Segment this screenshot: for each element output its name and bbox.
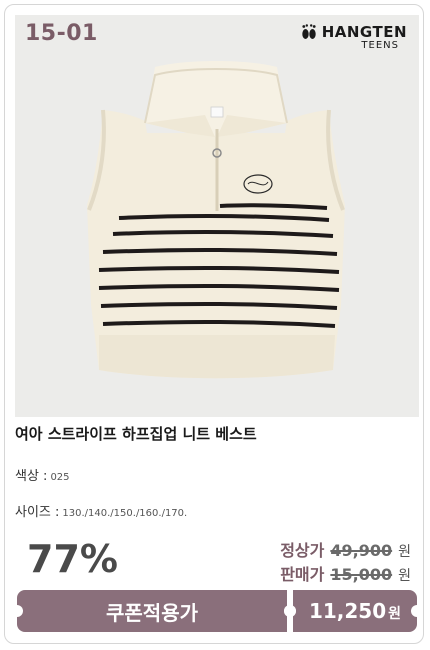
product-photo[interactable]: 15-01 HANGTEN TEENS xyxy=(15,15,419,417)
regular-price-row: 정상가 49,900 원 xyxy=(280,537,411,561)
ticket-notch-middle-right xyxy=(284,605,296,617)
knit-vest-image xyxy=(87,61,345,379)
coupon-price-label[interactable]: 쿠폰적용가 xyxy=(17,590,287,632)
regular-price-label: 정상가 xyxy=(280,541,325,560)
coupon-final-price[interactable]: 11,250 원 xyxy=(293,590,417,632)
color-option: 색상 :025 xyxy=(15,465,70,484)
ticket-notch-right xyxy=(411,605,423,617)
sale-price-row: 판매가 15,000 원 xyxy=(280,561,411,585)
product-card[interactable]: 15-01 HANGTEN TEENS 여아 스트라이프 하프집업 니트 베스트… xyxy=(4,4,424,644)
size-value: 130./140./150./160./170. xyxy=(62,508,188,519)
regular-price-value: 49,900 xyxy=(330,541,393,560)
regular-price-currency: 원 xyxy=(398,544,411,560)
color-value: 025 xyxy=(50,472,70,483)
sale-price-currency: 원 xyxy=(398,568,411,584)
coupon-price-bar[interactable]: 쿠폰적용가 11,250 원 xyxy=(11,590,423,632)
final-price-value: 11,250 xyxy=(308,599,387,623)
discount-rate: 77% xyxy=(27,537,118,581)
size-label: 사이즈 : xyxy=(15,505,60,520)
size-option: 사이즈 :130./140./150./160./170. xyxy=(15,501,187,520)
color-label: 색상 : xyxy=(15,469,48,484)
sale-price-label: 판매가 xyxy=(280,565,325,584)
ticket-notch-left xyxy=(11,605,23,617)
product-title[interactable]: 여아 스트라이프 하프집업 니트 베스트 xyxy=(15,423,257,444)
sale-price-value: 15,000 xyxy=(330,565,393,584)
final-price-currency: 원 xyxy=(388,606,402,622)
